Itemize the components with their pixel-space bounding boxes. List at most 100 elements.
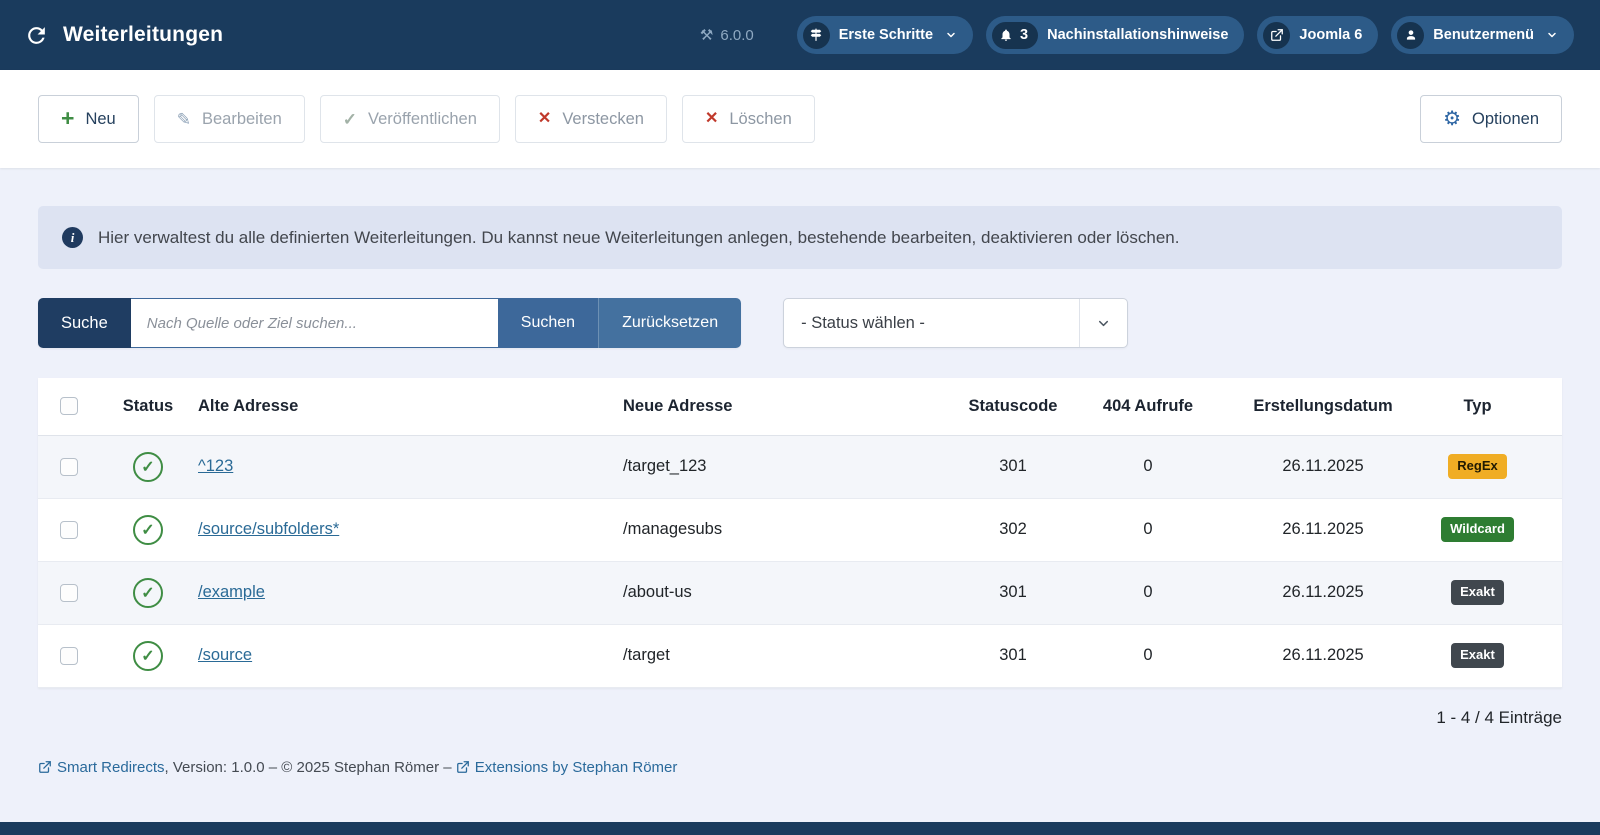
new-button[interactable]: + Neu	[38, 95, 139, 143]
notifications-count-badge: 3	[992, 21, 1039, 49]
gear-icon: ⚙	[1443, 108, 1462, 130]
row-checkbox[interactable]	[60, 457, 78, 476]
page-footer: Smart Redirects, Version: 1.0.0 – © 2025…	[38, 759, 1562, 776]
info-alert: i Hier verwaltest du alle definierten We…	[38, 206, 1562, 269]
status-filter-select[interactable]: - Status wählen -	[783, 298, 1129, 348]
info-icon: i	[62, 227, 83, 248]
top-navbar: Weiterleitungen ⚒ 6.0.0 Erste Schritte 3…	[0, 0, 1600, 70]
info-alert-text: Hier verwaltest du alle definierten Weit…	[98, 227, 1180, 247]
published-status-icon[interactable]: ✓	[133, 514, 163, 545]
erste-schritte-label: Erste Schritte	[838, 27, 934, 43]
x-icon: ✕	[537, 110, 552, 127]
delete-button[interactable]: ✕ Löschen	[681, 95, 815, 143]
delete-button-label: Löschen	[729, 109, 792, 128]
erste-schritte-button[interactable]: Erste Schritte	[796, 16, 974, 54]
published-status-icon[interactable]: ✓	[133, 451, 163, 482]
search-input[interactable]	[130, 298, 498, 348]
statuscode-cell: 302	[953, 498, 1073, 562]
page-title: Weiterleitungen	[63, 23, 224, 46]
hammer-icon: ⚒	[699, 27, 714, 44]
chevron-down-icon	[1546, 29, 1558, 41]
extensions-link[interactable]: Extensions by Stephan Römer	[456, 758, 678, 776]
column-header-status: Status	[98, 378, 198, 436]
pagination-summary: 1 - 4 / 4 Einträge	[1436, 707, 1562, 727]
date-cell: 26.11.2025	[1223, 561, 1423, 625]
extensions-link-label: Extensions by Stephan Römer	[474, 758, 678, 776]
column-header-old-url: Alte Adresse	[198, 378, 623, 436]
joomla-link-button[interactable]: Joomla 6	[1257, 16, 1379, 54]
external-link-icon	[1263, 21, 1291, 49]
type-badge: Exakt	[1451, 580, 1504, 605]
table-row: ✓ /source/subfolders* /managesubs 302 0 …	[38, 498, 1562, 562]
new-url-cell: /about-us	[623, 561, 953, 625]
check-icon: ✓	[342, 109, 358, 129]
chevron-down-icon	[1079, 299, 1127, 347]
old-url-link[interactable]: /source/subfolders*	[198, 520, 339, 538]
notifications-button[interactable]: 3 Nachinstallationshinweise	[986, 16, 1245, 54]
signpost-icon	[802, 21, 830, 49]
published-status-icon[interactable]: ✓	[133, 577, 163, 608]
user-menu-button[interactable]: Benutzermenü	[1391, 16, 1574, 54]
published-status-icon[interactable]: ✓	[133, 640, 163, 671]
edit-button[interactable]: ✎ Bearbeiten	[153, 95, 305, 143]
notifications-label: Nachinstallationshinweise	[1047, 27, 1229, 43]
user-icon	[1397, 21, 1425, 49]
version-number: 6.0.0	[720, 26, 754, 44]
row-checkbox[interactable]	[60, 520, 78, 539]
chevron-down-icon	[945, 29, 957, 41]
table-row: ✓ /source /target 301 0 26.11.2025 Exakt	[38, 624, 1562, 688]
row-checkbox[interactable]	[60, 583, 78, 602]
bell-icon	[999, 28, 1013, 42]
hide-button[interactable]: ✕ Verstecken	[514, 95, 667, 143]
column-header-type: Typ	[1423, 378, 1562, 436]
table-row: ✓ /example /about-us 301 0 26.11.2025 Ex…	[38, 561, 1562, 625]
smart-redirects-link[interactable]: Smart Redirects	[38, 759, 165, 776]
type-badge: Exakt	[1451, 643, 1504, 668]
type-badge: RegEx	[1448, 454, 1507, 479]
action-toolbar: + Neu ✎ Bearbeiten ✓ Veröffentlichen ✕ V…	[0, 70, 1600, 168]
pencil-icon: ✎	[176, 109, 191, 129]
publish-button-label: Veröffentlichen	[368, 109, 477, 128]
hits-cell: 0	[1073, 624, 1223, 688]
statuscode-cell: 301	[953, 435, 1073, 499]
filter-bar: Suche Suchen Zurücksetzen - Status wähle…	[38, 298, 1562, 348]
old-url-link[interactable]: /source	[198, 646, 252, 664]
options-button-label: Optionen	[1472, 109, 1539, 128]
redirects-table-card: Status Alte Adresse Neue Adresse Statusc…	[38, 378, 1562, 688]
x-icon: ✕	[704, 110, 719, 127]
main-content: i Hier verwaltest du alle definierten We…	[0, 168, 1600, 776]
publish-button[interactable]: ✓ Veröffentlichen	[319, 95, 500, 143]
hits-cell: 0	[1073, 435, 1223, 499]
hide-button-label: Verstecken	[562, 109, 644, 128]
hits-cell: 0	[1073, 561, 1223, 625]
new-url-cell: /target_123	[623, 435, 953, 499]
status-filter-value: - Status wählen -	[801, 313, 925, 332]
new-button-label: Neu	[85, 109, 116, 128]
new-url-cell: /target	[623, 624, 953, 688]
bottom-bar	[0, 822, 1600, 835]
old-url-link[interactable]: /example	[198, 583, 265, 601]
date-cell: 26.11.2025	[1223, 624, 1423, 688]
select-all-checkbox[interactable]	[60, 397, 78, 416]
smart-redirects-link-label: Smart Redirects	[57, 758, 165, 776]
new-url-cell: /managesubs	[623, 498, 953, 562]
statuscode-cell: 301	[953, 561, 1073, 625]
plus-icon: +	[61, 104, 75, 131]
old-url-link[interactable]: ^123	[198, 457, 233, 475]
type-badge: Wildcard	[1441, 517, 1514, 542]
column-header-404-hits: 404 Aufrufe	[1073, 378, 1223, 436]
statuscode-cell: 301	[953, 624, 1073, 688]
row-checkbox[interactable]	[60, 646, 78, 665]
notifications-count: 3	[1020, 27, 1029, 43]
search-group: Suche Suchen Zurücksetzen	[38, 298, 742, 348]
joomla-label: Joomla 6	[1299, 27, 1363, 43]
column-header-new-url: Neue Adresse	[623, 378, 953, 436]
app-title-group: Weiterleitungen	[24, 23, 223, 48]
options-button[interactable]: ⚙ Optionen	[1420, 95, 1562, 143]
search-reset-button[interactable]: Zurücksetzen	[598, 298, 742, 348]
navbar-actions: ⚒ 6.0.0 Erste Schritte 3 Nachinstallatio…	[700, 16, 1574, 54]
external-link-icon	[456, 760, 470, 774]
redirects-table: Status Alte Adresse Neue Adresse Statusc…	[38, 378, 1562, 688]
version-label: ⚒ 6.0.0	[699, 26, 754, 45]
search-submit-button[interactable]: Suchen	[497, 298, 599, 348]
